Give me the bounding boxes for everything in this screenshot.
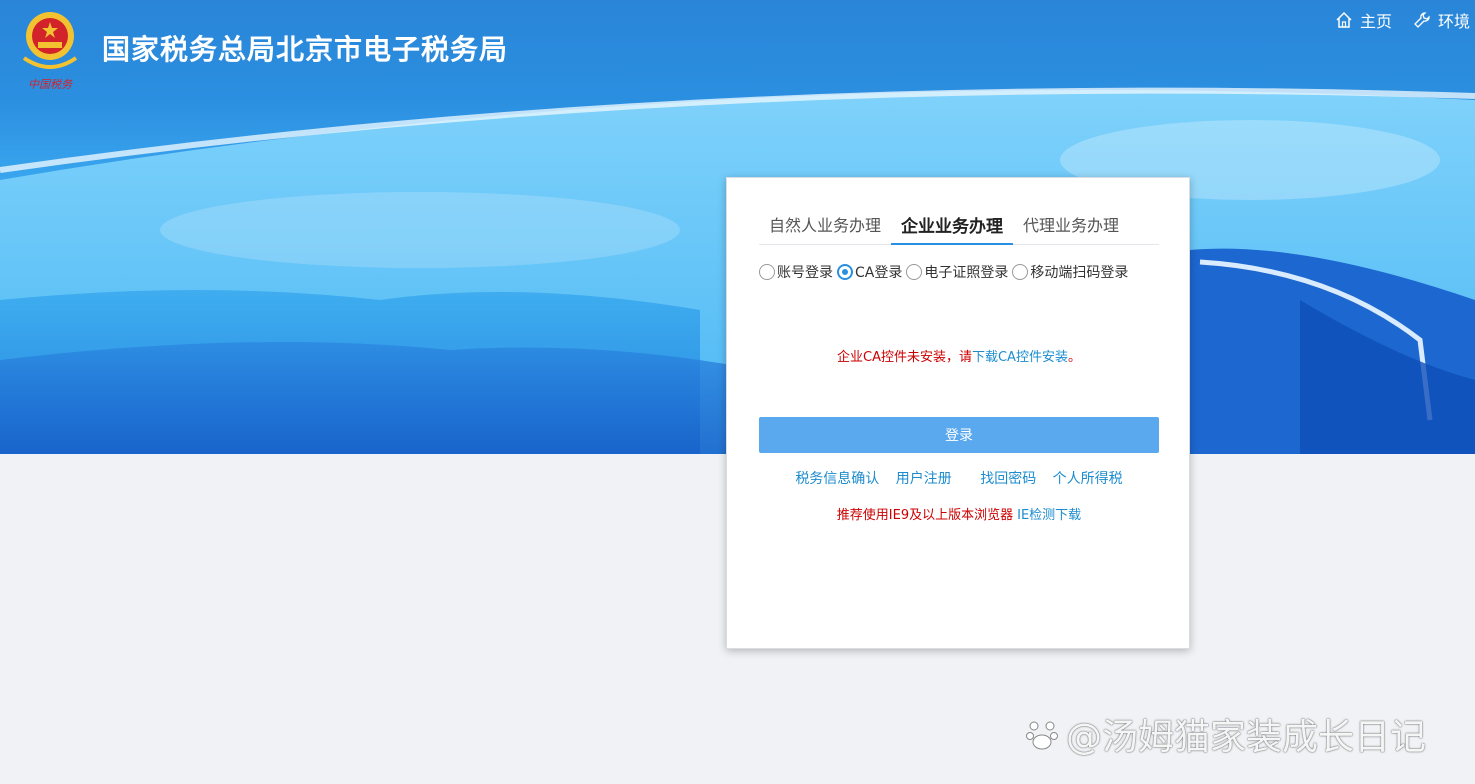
radio-button[interactable] [759, 264, 775, 280]
login-panel: 自然人业务办理 企业业务办理 代理业务办理 账号登录 CA登录 电子证照登录 移… [726, 177, 1190, 649]
tax-info-confirm-link[interactable]: 税务信息确认 [795, 471, 879, 487]
watermark: @汤姆猫家装成长日记 [1024, 708, 1426, 760]
help-links: 税务信息确认 用户注册 找回密码 个人所得税 [727, 468, 1191, 488]
site-title: 国家税务总局北京市电子税务局 [102, 33, 509, 66]
individual-income-tax-link[interactable]: 个人所得税 [1053, 471, 1123, 487]
mode-ca[interactable]: CA登录 [837, 262, 902, 282]
tab-enterprise[interactable]: 企业业务办理 [891, 202, 1014, 245]
top-navigation: 主页 环境 [1334, 8, 1470, 32]
nav-environment-link[interactable]: 环境 [1412, 8, 1470, 32]
nav-environment-label: 环境 [1438, 12, 1471, 31]
tab-individual[interactable]: 自然人业务办理 [759, 202, 891, 243]
tax-emblem-logo: 中国税务 [22, 12, 78, 91]
mode-e-license-label: 电子证照登录 [924, 265, 1009, 281]
nav-home-label: 主页 [1360, 12, 1393, 31]
login-button[interactable]: 登录 [759, 417, 1159, 453]
ca-plugin-notice: 企业CA控件未安装，请下载CA控件安装。 [727, 346, 1191, 365]
svg-text:中国税务: 中国税务 [28, 78, 73, 91]
download-ca-plugin-link[interactable]: 下载CA控件安装 [972, 350, 1068, 365]
ie-check-download-link[interactable]: IE检测下载 [1017, 508, 1081, 523]
mode-account-label: 账号登录 [777, 265, 833, 281]
paw-icon [1026, 721, 1058, 750]
nav-home-link[interactable]: 主页 [1334, 8, 1392, 32]
browser-warning-text: 推荐使用IE9及以上版本浏览器 [836, 508, 1014, 523]
login-tabs: 自然人业务办理 企业业务办理 代理业务办理 [759, 202, 1159, 245]
notice-text: 企业CA控件未安装，请 [837, 350, 972, 365]
browser-recommendation: 推荐使用IE9及以上版本浏览器 IE检测下载 [727, 504, 1191, 523]
radio-button[interactable] [906, 264, 923, 280]
mode-mobile-scan-label: 移动端扫码登录 [1030, 265, 1129, 281]
mode-ca-label: CA登录 [855, 265, 903, 281]
radio-button-selected[interactable] [837, 264, 853, 280]
mode-account[interactable]: 账号登录 [759, 262, 833, 282]
wrench-icon [1414, 12, 1430, 28]
login-mode-group: 账号登录 CA登录 电子证照登录 移动端扫码登录 [759, 262, 1132, 282]
recover-password-link[interactable]: 找回密码 [980, 471, 1036, 487]
mode-mobile-scan[interactable]: 移动端扫码登录 [1012, 262, 1128, 282]
mode-e-license[interactable]: 电子证照登录 [906, 262, 1008, 282]
tab-agent[interactable]: 代理业务办理 [1013, 202, 1129, 243]
home-icon [1336, 11, 1352, 28]
user-register-link[interactable]: 用户注册 [896, 471, 952, 487]
watermark-text: @汤姆猫家装成长日记 [1066, 717, 1427, 758]
notice-suffix: 。 [1067, 350, 1081, 365]
radio-button[interactable] [1012, 264, 1029, 280]
